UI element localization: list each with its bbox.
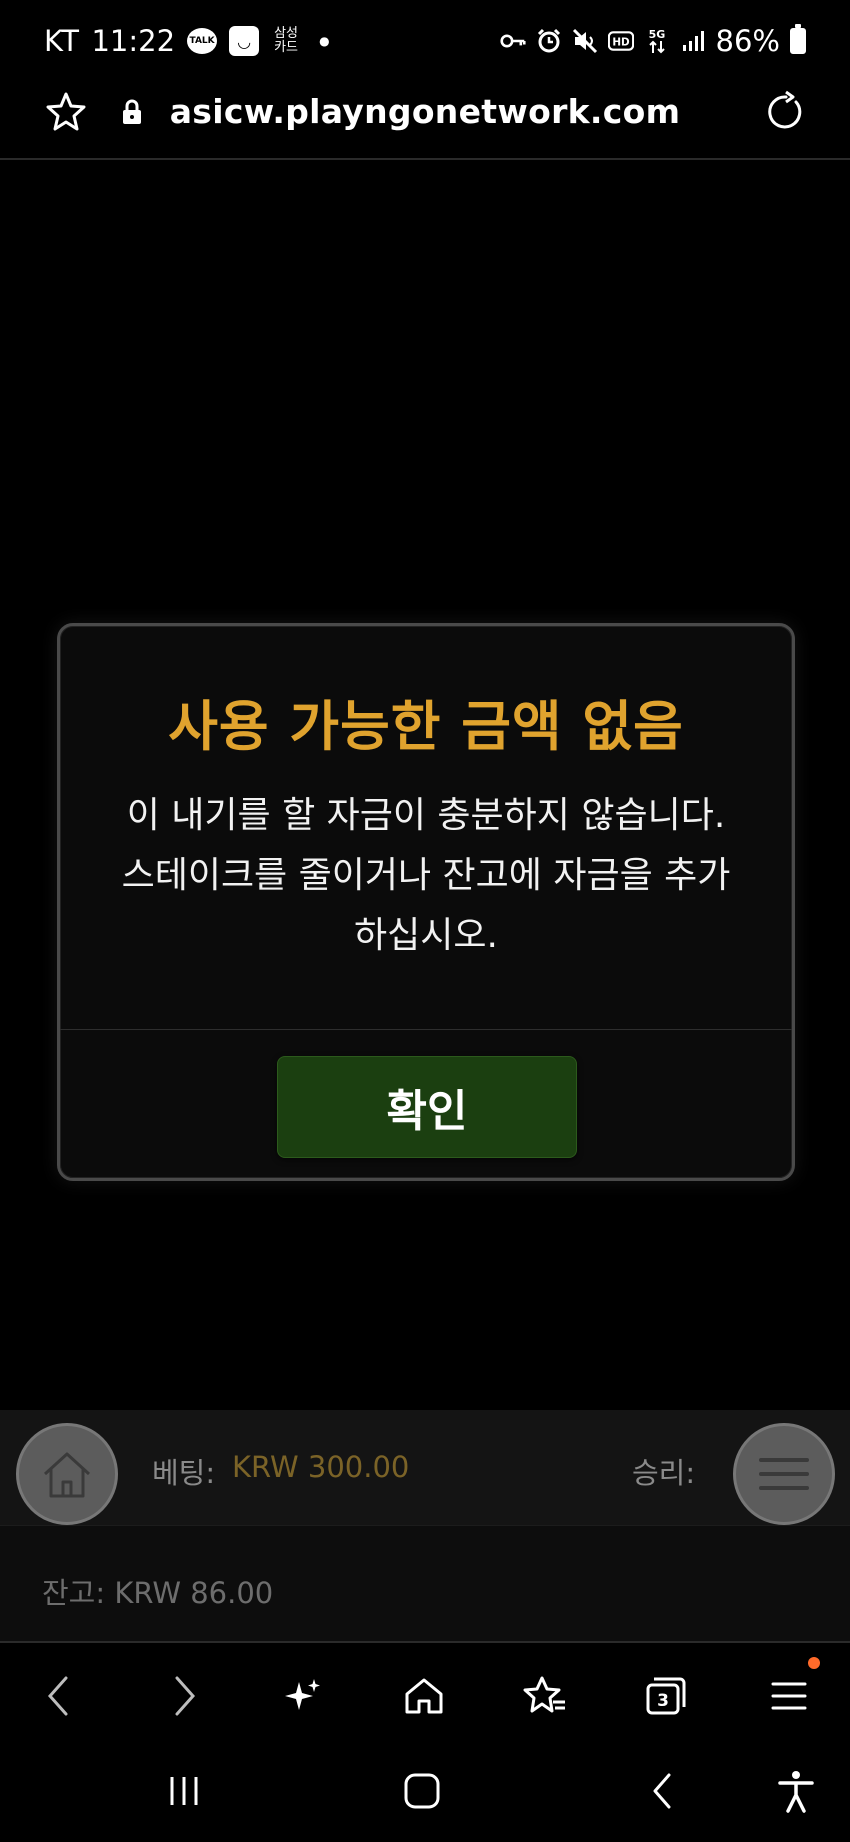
battery-percent: 86%	[715, 24, 780, 58]
carrier-label: KT	[44, 24, 80, 58]
hd-icon: HD	[607, 28, 634, 54]
sparkle-icon[interactable]	[278, 1671, 328, 1721]
dialog-message-line: 하십시오.	[354, 915, 498, 956]
star-icon[interactable]	[44, 90, 88, 134]
game-control-bar: 베팅: KRW 300.00 승리:	[0, 1410, 850, 1525]
battery-icon	[790, 24, 806, 54]
signal-icon	[680, 28, 706, 54]
recents-icon[interactable]	[160, 1767, 208, 1815]
insufficient-funds-dialog: 사용 가능한 금액 없음 이 내기를 할 자금이 충분하지 않습니다. 스테이크…	[57, 623, 795, 1181]
more-icon[interactable]	[764, 1657, 820, 1721]
dialog-message-line: 이 내기를 할 자금이 충분하지 않습니다.	[126, 795, 726, 836]
browser-toolbar: 3	[0, 1645, 850, 1745]
lock-icon	[120, 98, 144, 126]
dialog-message-line: 스테이크를 줄이거나 잔고에 자금을 추가	[121, 855, 731, 896]
dialog-divider	[60, 1029, 792, 1030]
bet-value[interactable]: KRW 300.00	[232, 1450, 409, 1484]
home-button-icon[interactable]	[398, 1767, 446, 1815]
home-icon	[43, 1452, 91, 1498]
system-back-icon[interactable]	[638, 1767, 686, 1815]
game-home-button[interactable]	[16, 1423, 118, 1525]
notification-dot-icon: ●	[319, 34, 330, 48]
accessibility-icon[interactable]	[772, 1767, 820, 1815]
status-bar: KT 11:22 TALK ◡ 삼성 카드 ● HD 5G 86%	[0, 0, 850, 82]
svg-text:5G: 5G	[648, 28, 665, 41]
svg-text:HD: HD	[612, 36, 630, 48]
tabs-count: 3	[657, 1691, 669, 1711]
shopping-bag-icon: ◡	[229, 26, 260, 56]
game-menu-button[interactable]	[733, 1423, 835, 1525]
key-icon	[499, 28, 526, 54]
balance-bar: 잔고: KRW 86.00	[0, 1525, 850, 1643]
forward-icon[interactable]	[159, 1671, 209, 1721]
dialog-title: 사용 가능한 금액 없음	[168, 695, 684, 758]
back-icon[interactable]	[34, 1671, 84, 1721]
clock: 11:22	[91, 24, 176, 58]
talk-icon: TALK	[187, 28, 218, 54]
5g-icon: 5G	[644, 28, 670, 54]
browser-url-bar: asicw.playngonetwork.com	[0, 82, 850, 160]
samsung-card-icon: 삼성 카드	[274, 26, 299, 55]
bet-label: 베팅:	[152, 1456, 216, 1490]
bookmarks-icon[interactable]	[520, 1671, 570, 1721]
confirm-button[interactable]: 확인	[277, 1056, 577, 1158]
dialog-message: 이 내기를 할 자금이 충분하지 않습니다. 스테이크를 줄이거나 잔고에 자금…	[80, 786, 772, 966]
system-navigation-bar	[0, 1745, 850, 1842]
mute-icon	[572, 28, 598, 54]
notification-badge	[808, 1657, 820, 1669]
balance-text: 잔고: KRW 86.00	[42, 1576, 274, 1610]
menu-icon	[759, 1458, 809, 1490]
reload-icon[interactable]	[762, 90, 806, 134]
tabs-icon[interactable]: 3	[641, 1671, 691, 1721]
url-text[interactable]: asicw.playngonetwork.com	[160, 92, 690, 131]
alarm-icon	[536, 28, 562, 54]
win-label: 승리:	[632, 1456, 696, 1490]
home-icon[interactable]	[399, 1671, 449, 1721]
